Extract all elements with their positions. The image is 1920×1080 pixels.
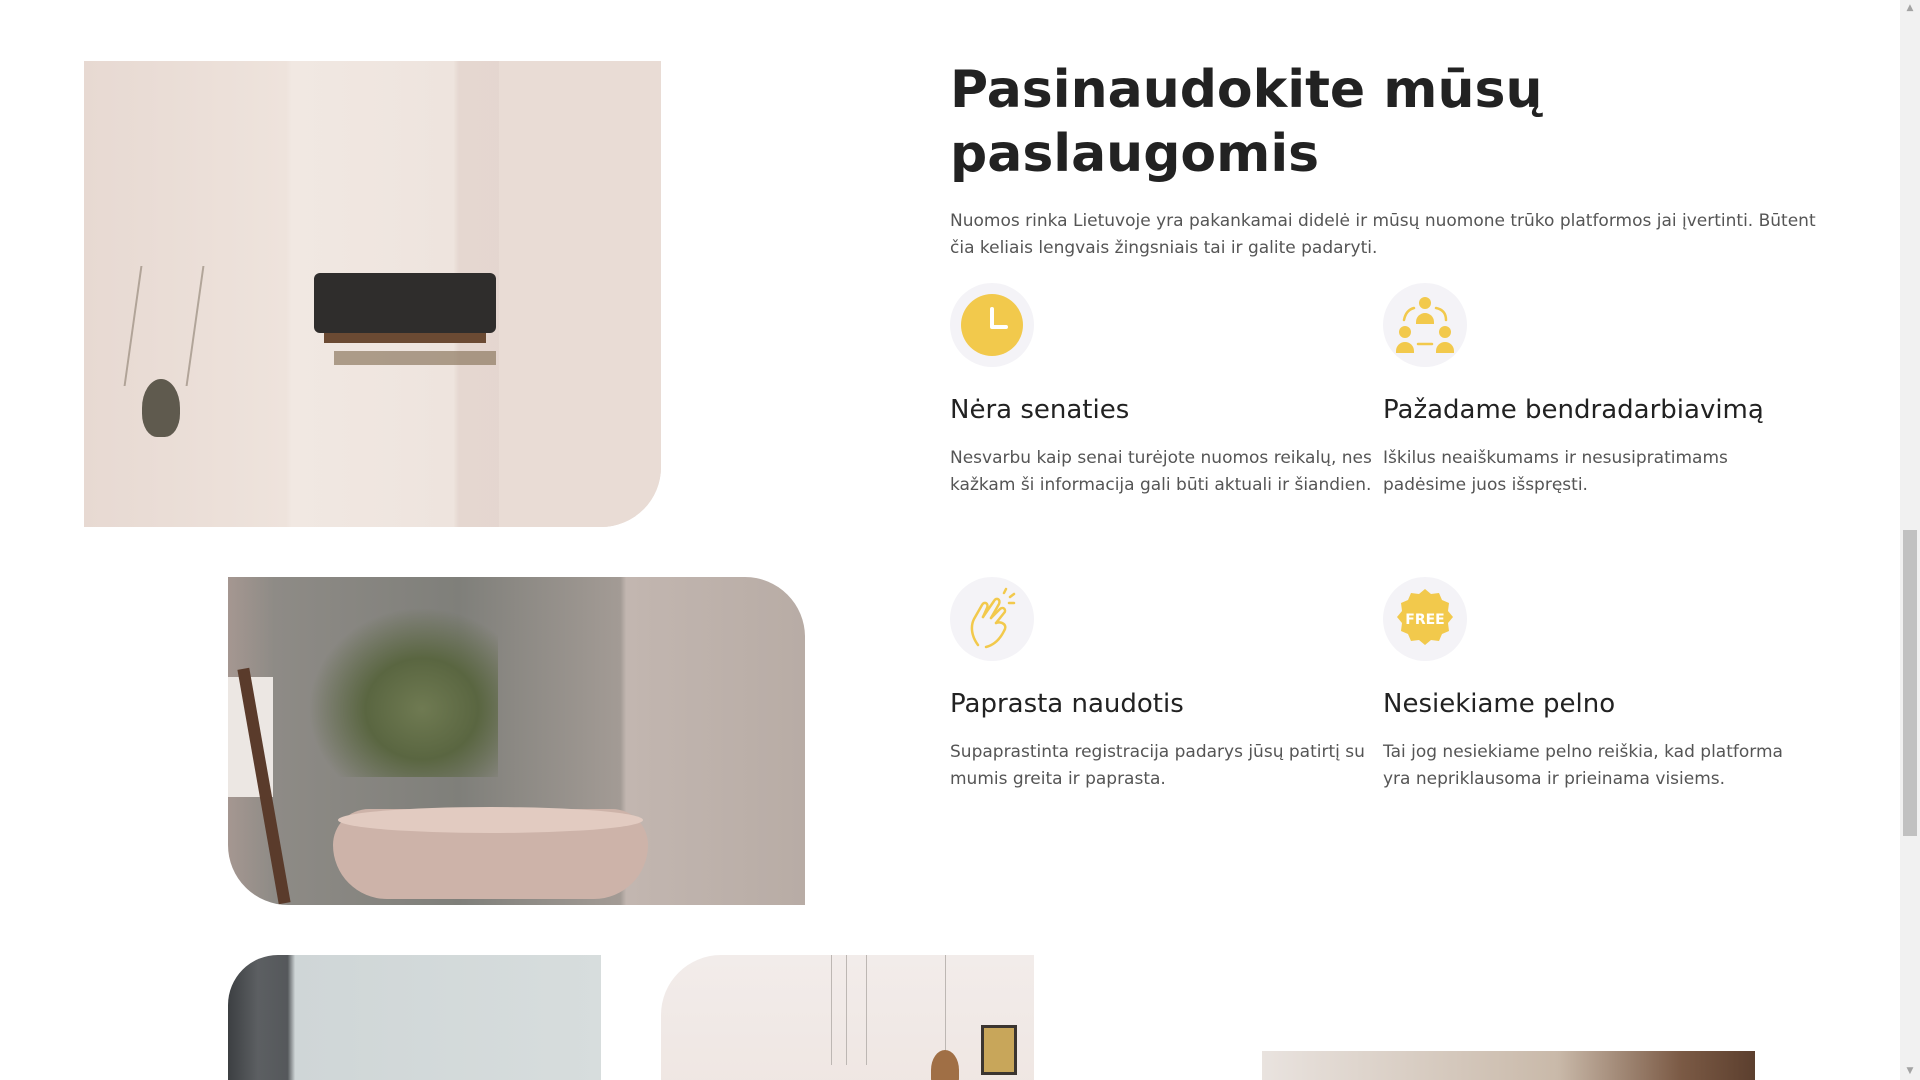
feature-text: Iškilus neaiškumams ir nesusipratimams p…: [1383, 448, 1728, 495]
feature-text: Tai jog nesiekiame pelno reiškia, kad pl…: [1383, 742, 1783, 789]
feature-collaboration: Pažadame bendradarbiavimą Iškilus neaišk…: [1383, 283, 1813, 499]
snap-hand-icon: [950, 577, 1034, 661]
photo-lamp-wire: [945, 955, 946, 1065]
clock-icon: [950, 283, 1034, 367]
feature-text: Nesvarbu kaip senai turėjote nuomos reik…: [950, 448, 1372, 495]
feature-title: Pažadame bendradarbiavimą: [1383, 395, 1764, 425]
free-badge-label: FREE: [1405, 612, 1444, 628]
photo-vase: [142, 379, 180, 437]
photo-dried-stems: [123, 266, 205, 386]
photo-lamp-wire: [866, 955, 867, 1065]
section-intro: Nuomos rinka Lietuvoje yra pakankamai di…: [950, 211, 1816, 258]
photo-palm-plant: [308, 607, 498, 777]
free-badge-icon: FREE: [1383, 577, 1467, 661]
feature-non-profit: FREE Nesiekiame pelno Tai jog nesiekiame…: [1383, 577, 1813, 793]
page: Pasinaudokite mūsų paslaugomis Nuomos ri…: [0, 0, 1900, 1080]
photo-lamp-wire: [846, 955, 847, 1065]
feature-title: Nesiekiame pelno: [1383, 689, 1616, 719]
kitchen-photo: [1262, 1051, 1755, 1080]
photo-lamp-wire: [831, 955, 832, 1065]
living-room-photo: [84, 61, 661, 527]
scroll-down-arrow-icon[interactable]: ▼: [1900, 1063, 1920, 1080]
photo-wall: [499, 61, 661, 527]
collaboration-icon: [1383, 283, 1467, 367]
page-scrollbar[interactable]: ▲ ▼: [1900, 0, 1920, 1080]
feature-title: Nėra senaties: [950, 395, 1130, 425]
scroll-up-arrow-icon[interactable]: ▲: [1900, 0, 1920, 17]
scrollbar-thumb[interactable]: [1903, 530, 1917, 836]
feature-text: Supaprastinta registracija padarys jūsų …: [950, 742, 1365, 789]
photo-rug: [334, 351, 496, 365]
window-photo: [228, 955, 601, 1080]
bathroom-photo: [228, 577, 805, 905]
interior-photo: [661, 955, 1034, 1080]
photo-bathtub-rim: [338, 807, 643, 833]
section-heading: Pasinaudokite mūsų paslaugomis: [950, 60, 1543, 184]
feature-no-expiry: Nėra senaties Nesvarbu kaip senai turėjo…: [950, 283, 1380, 499]
photo-pendant-lamp: [931, 1050, 959, 1080]
photo-sofa: [314, 273, 496, 333]
photo-sofa-base: [324, 333, 486, 343]
feature-easy-to-use: Paprasta naudotis Supaprastinta registra…: [950, 577, 1380, 793]
photo-wall-frame: [981, 1025, 1017, 1075]
feature-title: Paprasta naudotis: [950, 689, 1184, 719]
